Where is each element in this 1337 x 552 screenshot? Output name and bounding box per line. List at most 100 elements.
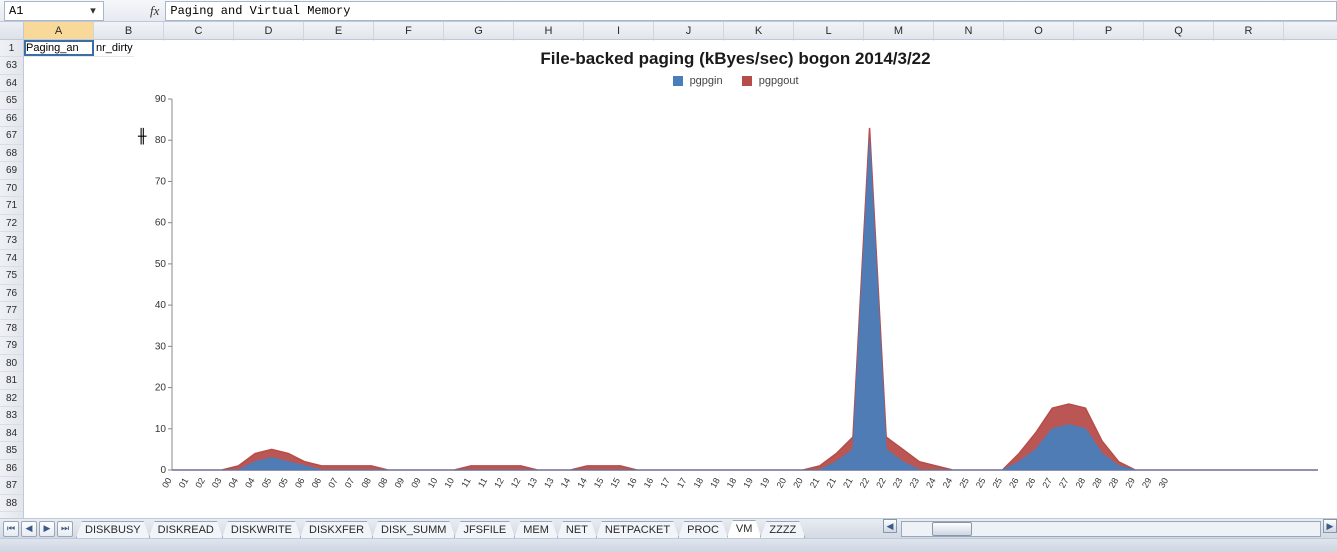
svg-text:23: 23 <box>907 476 921 490</box>
row-header[interactable]: 74 <box>0 250 23 268</box>
column-header[interactable]: P <box>1074 22 1144 39</box>
row-header[interactable]: 88 <box>0 495 23 513</box>
svg-text:26: 26 <box>1007 476 1021 490</box>
svg-text:04: 04 <box>226 476 240 490</box>
svg-text:18: 18 <box>725 476 739 490</box>
hscroll-right-icon[interactable]: ▶ <box>1323 519 1337 533</box>
sheet-tab[interactable]: MEM <box>514 521 558 538</box>
row-header[interactable]: 75 <box>0 267 23 285</box>
svg-text:12: 12 <box>509 476 523 490</box>
svg-text:25: 25 <box>974 476 988 490</box>
column-header[interactable]: R <box>1214 22 1284 39</box>
sheet-tab[interactable]: JFSFILE <box>454 521 515 538</box>
row-header[interactable]: 64 <box>0 75 23 93</box>
embedded-chart[interactable]: ╫ File-backed paging (kByes/sec) bogon 2… <box>134 41 1337 518</box>
row-header[interactable]: 63 <box>0 57 23 75</box>
svg-text:08: 08 <box>376 476 390 490</box>
row-header[interactable]: 69 <box>0 162 23 180</box>
svg-text:03: 03 <box>210 476 224 490</box>
column-header[interactable]: J <box>654 22 724 39</box>
svg-text:18: 18 <box>692 476 706 490</box>
sheet-tab[interactable]: DISKXFER <box>300 521 373 538</box>
svg-text:28: 28 <box>1107 476 1121 490</box>
svg-text:80: 80 <box>155 135 167 146</box>
sheet-nav-first-icon[interactable]: ⏮ <box>3 521 19 537</box>
column-header[interactable]: N <box>934 22 1004 39</box>
row-header[interactable]: 66 <box>0 110 23 128</box>
row-header[interactable]: 70 <box>0 180 23 198</box>
row-header[interactable]: 68 <box>0 145 23 163</box>
row-header[interactable]: 82 <box>0 390 23 408</box>
sheet-tab[interactable]: VM <box>727 520 762 538</box>
sheet-tab[interactable]: DISKREAD <box>149 521 223 538</box>
column-header[interactable]: E <box>304 22 374 39</box>
row-header[interactable]: 81 <box>0 372 23 390</box>
row-header[interactable]: 86 <box>0 460 23 478</box>
column-header[interactable]: K <box>724 22 794 39</box>
hscroll-left-icon[interactable]: ◀ <box>883 519 897 533</box>
row-header[interactable]: 71 <box>0 197 23 215</box>
sheet-tab[interactable]: ZZZZ <box>760 521 805 538</box>
svg-text:29: 29 <box>1123 476 1137 490</box>
column-header[interactable]: G <box>444 22 514 39</box>
svg-text:16: 16 <box>642 476 656 490</box>
sheet-nav-prev-icon[interactable]: ◀ <box>21 521 37 537</box>
sheet-tabs: DISKBUSYDISKREADDISKWRITEDISKXFERDISK_SU… <box>76 519 883 538</box>
column-header[interactable]: F <box>374 22 444 39</box>
select-all-corner[interactable] <box>0 22 24 39</box>
row-header[interactable]: 76 <box>0 285 23 303</box>
column-header[interactable]: I <box>584 22 654 39</box>
row-header[interactable]: 79 <box>0 337 23 355</box>
row-header[interactable]: 67 <box>0 127 23 145</box>
sheet-tab[interactable]: DISKBUSY <box>76 521 150 538</box>
svg-text:07: 07 <box>326 476 340 490</box>
name-box-dropdown-icon[interactable]: ▾ <box>87 4 99 17</box>
column-header[interactable]: M <box>864 22 934 39</box>
sheet-tab[interactable]: PROC <box>678 521 728 538</box>
column-header[interactable]: B <box>94 22 164 39</box>
svg-text:14: 14 <box>575 476 589 490</box>
row-header[interactable]: 87 <box>0 477 23 495</box>
svg-text:08: 08 <box>359 476 373 490</box>
svg-text:27: 27 <box>1057 476 1071 490</box>
row-header[interactable]: 78 <box>0 320 23 338</box>
sheet-tab[interactable]: NETPACKET <box>596 521 679 538</box>
svg-text:00: 00 <box>160 476 174 490</box>
sheet-tab[interactable]: DISKWRITE <box>222 521 301 538</box>
row-header[interactable]: 65 <box>0 92 23 110</box>
column-header[interactable]: Q <box>1144 22 1214 39</box>
name-box[interactable]: A1 ▾ <box>4 1 104 21</box>
column-header[interactable]: L <box>794 22 864 39</box>
formula-input[interactable] <box>165 1 1337 21</box>
sheet-tab[interactable]: NET <box>557 521 597 538</box>
hscroll-thumb[interactable] <box>932 522 972 536</box>
fx-icon[interactable]: fx <box>150 3 159 19</box>
cells-area[interactable]: Paging_annr_dirtynr_writebnr_unstabnr_pa… <box>24 40 1337 518</box>
row-header[interactable]: 84 <box>0 425 23 443</box>
column-header[interactable]: A <box>24 22 94 39</box>
row-header[interactable]: 85 <box>0 442 23 460</box>
column-header[interactable]: C <box>164 22 234 39</box>
row-header[interactable]: 77 <box>0 302 23 320</box>
svg-text:17: 17 <box>675 476 689 490</box>
svg-text:21: 21 <box>841 476 855 490</box>
column-header[interactable]: O <box>1004 22 1074 39</box>
sheet-nav-last-icon[interactable]: ⏭ <box>57 521 73 537</box>
cell[interactable]: Paging_an <box>24 40 94 56</box>
column-header[interactable]: D <box>234 22 304 39</box>
svg-text:24: 24 <box>924 476 938 490</box>
column-header[interactable]: H <box>514 22 584 39</box>
svg-text:19: 19 <box>741 476 755 490</box>
svg-text:22: 22 <box>858 476 872 490</box>
row-header[interactable]: 1 <box>0 40 23 57</box>
row-header[interactable]: 73 <box>0 232 23 250</box>
row-header[interactable]: 72 <box>0 215 23 233</box>
svg-text:04: 04 <box>243 476 257 490</box>
svg-text:06: 06 <box>310 476 324 490</box>
row-header[interactable]: 83 <box>0 407 23 425</box>
row-header[interactable]: 80 <box>0 355 23 373</box>
hscroll-track[interactable] <box>901 521 1321 537</box>
sheet-nav-next-icon[interactable]: ▶ <box>39 521 55 537</box>
svg-text:11: 11 <box>459 476 472 489</box>
sheet-tab[interactable]: DISK_SUMM <box>372 521 455 538</box>
